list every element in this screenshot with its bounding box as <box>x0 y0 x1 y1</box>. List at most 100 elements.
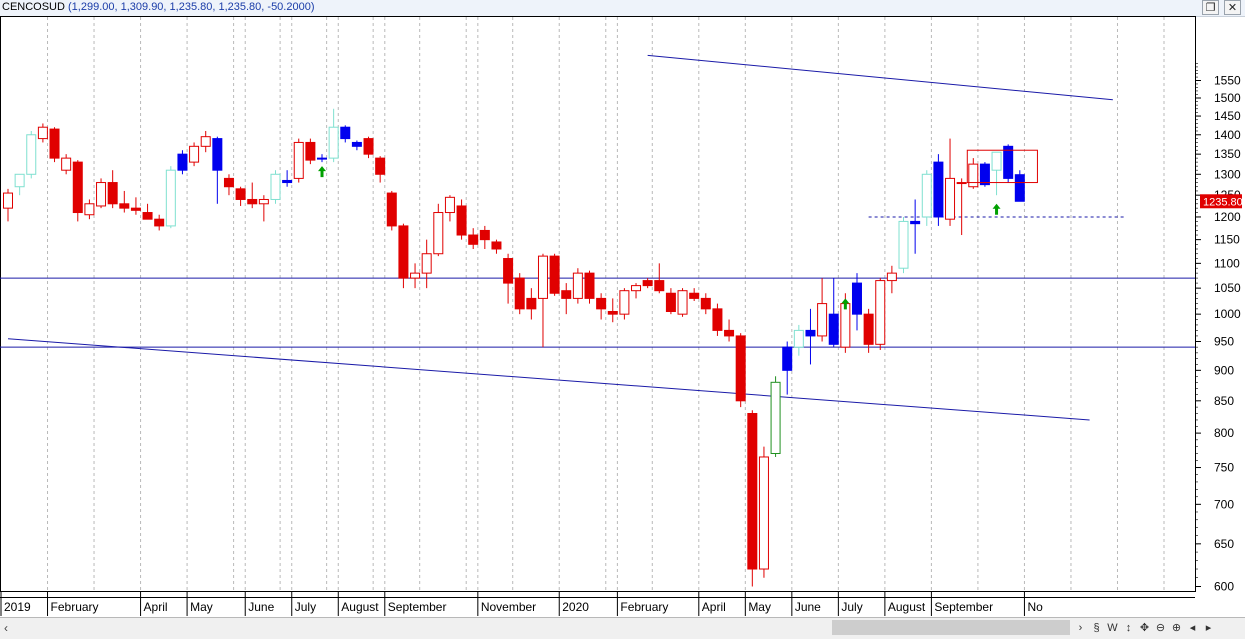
candle-body <box>572 272 583 299</box>
candle-body <box>631 285 642 292</box>
link-icon[interactable]: § <box>1090 619 1103 637</box>
x-period-label: August <box>888 600 926 614</box>
candle-body <box>433 212 444 255</box>
x-period-label: February <box>620 600 668 614</box>
w-icon[interactable]: W <box>1106 619 1119 637</box>
candle-body <box>398 225 409 279</box>
y-tick-label: 1550 <box>1214 74 1241 88</box>
candle-body <box>212 138 223 171</box>
candle-body <box>956 182 967 185</box>
trendline <box>647 54 1113 101</box>
scroll-right-icon[interactable]: › <box>1074 619 1087 637</box>
x-period-label: September <box>934 600 993 614</box>
y-tick-label: 750 <box>1214 461 1234 475</box>
x-period-label: 2019 <box>4 600 31 614</box>
x-period-label: August <box>341 600 379 614</box>
x-period-label: June <box>248 600 274 614</box>
zoom-out-icon[interactable]: ⊖ <box>1154 619 1167 637</box>
x-period-label: May <box>748 600 771 614</box>
page-right-icon[interactable]: ▸ <box>1202 619 1215 637</box>
y-tick-label: 800 <box>1214 426 1234 440</box>
y-tick-label: 850 <box>1214 394 1234 408</box>
candle-body <box>805 329 816 337</box>
y-tick-label: 1500 <box>1214 91 1241 105</box>
horizontal-scrollbar-thumb[interactable] <box>832 620 1070 635</box>
candle-body <box>817 303 828 337</box>
candle-body <box>724 329 735 337</box>
candle-body <box>665 292 676 312</box>
candle-body <box>607 310 618 315</box>
candle-body <box>793 329 804 348</box>
candle-body <box>828 313 839 345</box>
candle-body <box>107 182 118 205</box>
restore-window-icon[interactable]: ❐ <box>1202 0 1219 15</box>
candle-body <box>270 173 281 200</box>
candle-body <box>503 258 514 284</box>
candle-body <box>468 234 479 245</box>
x-period-label: No <box>1027 600 1043 614</box>
page-left-icon[interactable]: ◂ <box>1186 619 1199 637</box>
chart-title-bar: CENCOSUD (1,299.00, 1,309.90, 1,235.80, … <box>0 0 1245 17</box>
candle-body <box>712 308 723 331</box>
x-period-label: April <box>702 600 726 614</box>
candle-body <box>189 145 200 163</box>
candle-body <box>700 297 711 310</box>
candle-body <box>735 335 746 402</box>
candle-body <box>933 161 944 218</box>
candle-body <box>247 198 258 205</box>
candle-body <box>898 220 909 269</box>
candle-body <box>130 207 141 211</box>
candle-body <box>3 192 13 209</box>
candle-body <box>305 141 316 161</box>
zoom-in-icon[interactable]: ⊕ <box>1170 619 1183 637</box>
candle-body <box>782 346 793 371</box>
x-period-label: June <box>795 600 821 614</box>
y-tick-label: 1450 <box>1214 109 1241 123</box>
scroll-left-icon[interactable]: ‹ <box>4 620 8 636</box>
x-period-label: September <box>388 600 447 614</box>
candle-body <box>84 203 95 216</box>
candle-body <box>689 292 700 299</box>
candle-body <box>561 290 572 299</box>
candle-body <box>968 163 979 188</box>
candlestick-chart[interactable]: 600 650 700 750 800 850 900 950 1000 1050 1100 1150… <box>0 16 1245 617</box>
candle-body <box>154 218 165 227</box>
candle-body <box>479 229 490 241</box>
candle-body <box>875 280 886 345</box>
candle-body <box>142 212 153 220</box>
candle-body <box>72 161 83 214</box>
candle-body <box>979 163 990 186</box>
y-tick-label: 1000 <box>1214 307 1241 321</box>
candle-body <box>886 272 897 282</box>
candle-body <box>1014 174 1025 202</box>
move-icon[interactable]: ✥ <box>1138 619 1151 637</box>
candle-body <box>119 203 130 209</box>
overlay-lines <box>0 54 1195 421</box>
candle-body <box>491 241 502 250</box>
candle-body <box>363 138 374 155</box>
candle-body <box>37 126 48 140</box>
time-axis: 2019 February April May June July August Septem… <box>0 592 1195 616</box>
candle-body <box>642 280 653 287</box>
candle-body <box>537 255 548 299</box>
candle-body <box>840 303 851 348</box>
candle-body <box>351 141 362 147</box>
buy-arrow-icon <box>992 203 1001 215</box>
move-vertical-icon[interactable]: ↕ <box>1122 619 1135 637</box>
candle-body <box>654 280 665 292</box>
candle-body <box>921 173 932 218</box>
candle-body <box>386 192 397 227</box>
candle-body <box>96 182 107 207</box>
price-badge: 1235.80 <box>1200 194 1243 209</box>
x-period-label: May <box>190 600 213 614</box>
y-tick-label: 900 <box>1214 363 1234 377</box>
candle-body <box>258 198 269 205</box>
candle-body <box>945 177 956 220</box>
price-axis: 600 650 700 750 800 850 900 950 1000 1050 1100 1150… <box>1195 16 1241 594</box>
x-period-label: July <box>295 600 316 614</box>
candle-body <box>340 126 351 140</box>
candle-body <box>317 157 328 160</box>
candle-body <box>770 381 781 455</box>
close-window-icon[interactable]: ✕ <box>1224 0 1241 15</box>
candle-body <box>991 151 1002 171</box>
